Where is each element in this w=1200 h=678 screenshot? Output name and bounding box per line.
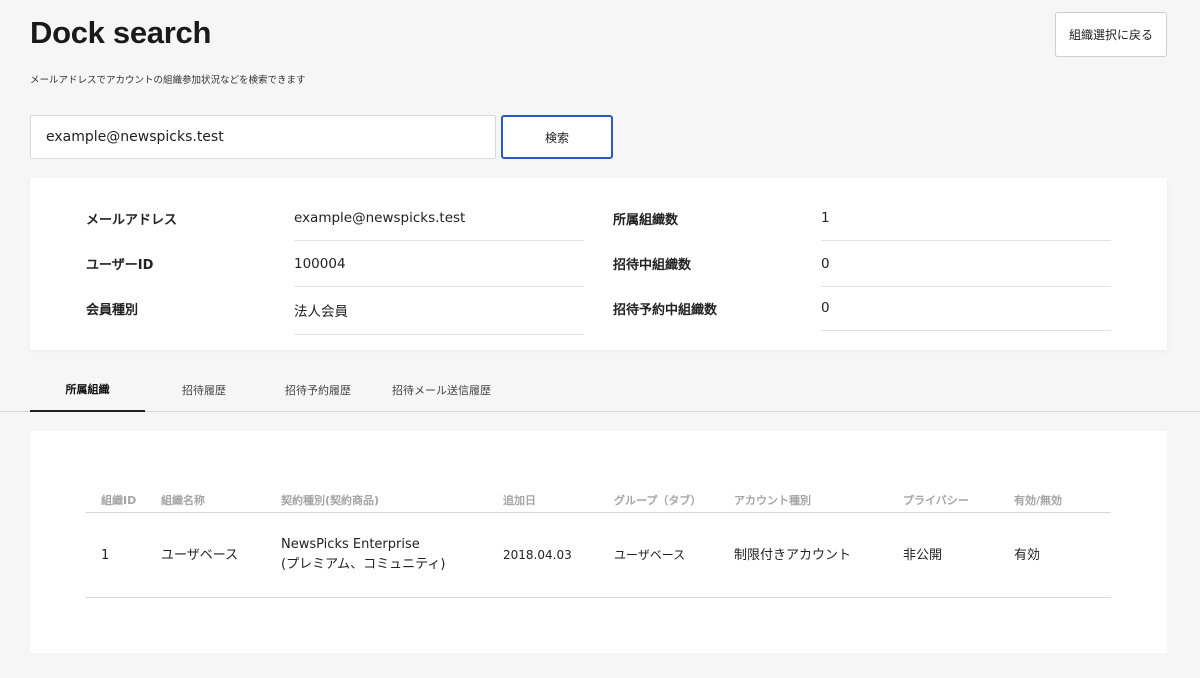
tab-bar: 所属組織 招待履歴 招待予約履歴 招待メール送信履歴: [0, 368, 1200, 412]
cell-contract-line2: (プレミアム、コミュニティ): [281, 557, 446, 572]
page-subtitle: メールアドレスでアカウントの組織参加状況などを検索できます: [30, 75, 306, 86]
email-search-input[interactable]: [30, 115, 496, 159]
cell-added-date: 2018.04.03: [503, 548, 572, 562]
page-title: Dock search: [30, 15, 212, 50]
user-info-card: メールアドレス example@newspicks.test ユーザーID 10…: [30, 178, 1167, 350]
cell-org-id: 1: [101, 548, 110, 563]
org-count-value: 1: [821, 210, 1111, 241]
cell-org-name: ユーザベース: [161, 548, 239, 563]
invite-count-value: 0: [821, 256, 1111, 287]
table-header-contract: 契約種別(契約商品): [281, 494, 380, 507]
tab-scheduled-invite-history[interactable]: 招待予約履歴: [285, 368, 351, 411]
invite-count-label: 招待中組織数: [613, 258, 692, 273]
org-count-label: 所属組織数: [613, 213, 679, 228]
tab-invite-history[interactable]: 招待履歴: [182, 368, 226, 411]
cell-contract-line1: NewsPicks Enterprise: [281, 537, 420, 552]
back-to-org-select-button[interactable]: 組織選択に戻る: [1055, 12, 1167, 57]
scheduled-invite-label: 招待予約中組織数: [613, 303, 718, 318]
cell-status: 有効: [1014, 548, 1041, 563]
user-id-label: ユーザーID: [86, 258, 154, 273]
email-value: example@newspicks.test: [294, 210, 584, 241]
table-header-group: グループ（タブ）: [614, 494, 702, 507]
table-header-org-name: 組織名称: [161, 494, 205, 507]
member-type-value: 法人会員: [294, 300, 584, 335]
table-header-status: 有効/無効: [1014, 494, 1063, 507]
table-header-added-date: 追加日: [503, 494, 536, 507]
table-header-privacy: プライバシー: [903, 494, 969, 507]
cell-privacy: 非公開: [903, 548, 943, 563]
cell-group: ユーザベース: [614, 548, 686, 562]
tab-invite-mail-history[interactable]: 招待メール送信履歴: [392, 368, 491, 411]
search-button[interactable]: 検索: [501, 115, 613, 159]
table-header-divider: [86, 512, 1111, 513]
tab-affiliated-orgs[interactable]: 所属組織: [30, 368, 145, 412]
member-type-label: 会員種別: [86, 303, 139, 318]
table-row-divider: [86, 597, 1111, 598]
user-id-value: 100004: [294, 256, 584, 287]
scheduled-invite-value: 0: [821, 300, 1111, 331]
email-label: メールアドレス: [86, 213, 178, 228]
cell-account-type: 制限付きアカウント: [734, 548, 852, 563]
org-table-card: 組織ID 組織名称 契約種別(契約商品) 追加日 グループ（タブ） アカウント種…: [30, 431, 1167, 653]
table-header-org-id: 組織ID: [101, 494, 137, 507]
table-header-account-type: アカウント種別: [734, 494, 811, 507]
